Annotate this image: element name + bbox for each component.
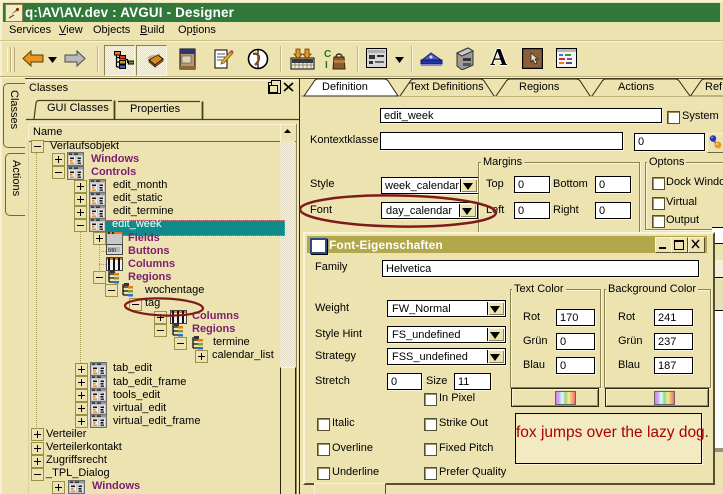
svg-text:C: C xyxy=(324,49,331,60)
svg-text:btn: btn xyxy=(108,248,116,254)
svg-text:I: I xyxy=(325,60,328,71)
